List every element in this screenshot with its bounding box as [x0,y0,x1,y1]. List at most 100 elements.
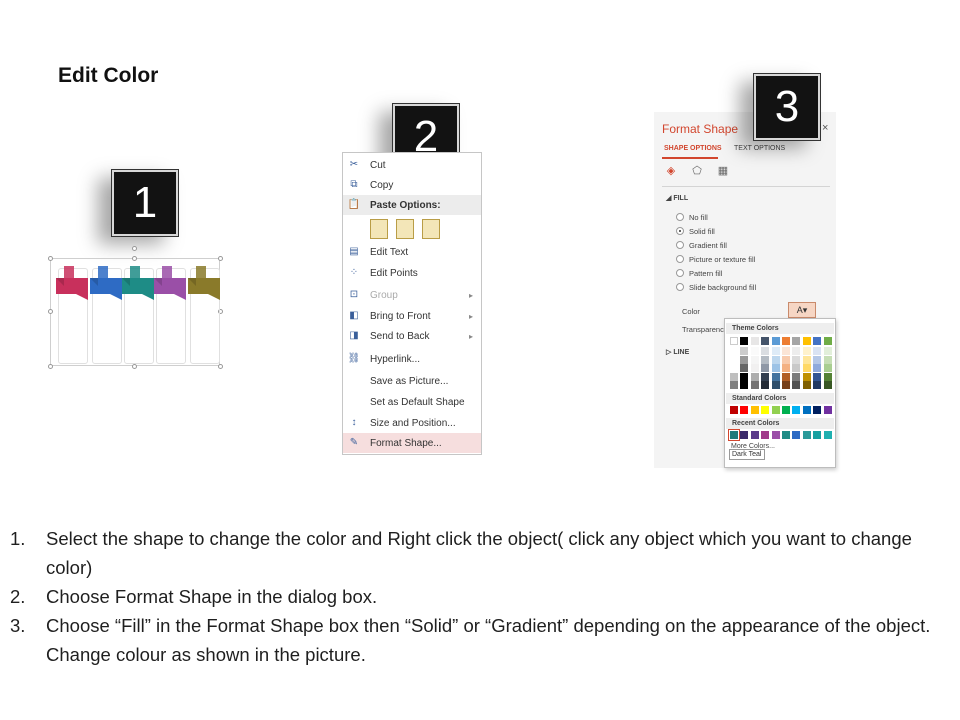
color-swatch[interactable] [750,406,759,414]
resize-handle[interactable] [218,364,223,369]
color-swatch[interactable] [740,355,749,364]
ribbon-flag-shape[interactable] [186,266,222,306]
color-swatch[interactable] [750,347,759,355]
color-swatch[interactable] [730,355,738,364]
color-swatch[interactable] [771,364,780,372]
ribbon-flag-shape[interactable] [88,266,124,306]
color-swatch[interactable] [750,431,759,439]
color-swatch[interactable] [728,429,740,441]
menu-item-format-shape[interactable]: ✎ Format Shape... [343,433,481,453]
color-swatch[interactable] [802,364,811,372]
color-swatch[interactable] [792,381,801,389]
color-swatch[interactable] [771,406,780,414]
color-swatch[interactable] [792,355,801,364]
color-swatch[interactable] [823,372,832,381]
menu-item-cut[interactable]: ✂ Cut [343,155,481,175]
radio-button[interactable] [676,255,684,263]
menu-item-save-as-picture[interactable]: Save as Picture... [343,371,481,391]
radio-button[interactable] [676,269,684,277]
paste-picture-button[interactable] [422,219,440,239]
color-swatch[interactable] [771,347,780,355]
color-swatch[interactable] [761,355,770,364]
ribbon-flag-shape[interactable] [54,266,90,306]
color-swatch[interactable] [771,431,780,439]
ribbon-flag-shape[interactable] [152,266,188,306]
color-swatch[interactable] [802,337,811,345]
fill-option-picture-or-texture-fill[interactable]: Picture or texture fill [676,253,755,265]
color-swatch[interactable] [792,337,801,345]
close-icon[interactable]: × [822,122,828,134]
color-swatch[interactable] [740,406,749,414]
resize-handle[interactable] [48,256,53,261]
radio-button[interactable] [676,241,684,249]
color-swatch[interactable] [750,355,759,364]
color-swatch[interactable] [782,372,790,381]
paste-keep-source-button[interactable] [370,219,388,239]
color-swatch[interactable] [813,381,822,389]
fill-section-header[interactable]: ◢ FILL [666,194,688,202]
fill-option-gradient-fill[interactable]: Gradient fill [676,239,727,251]
color-swatch[interactable] [823,364,832,372]
resize-handle[interactable] [218,256,223,261]
color-swatch[interactable] [761,431,770,439]
color-swatch[interactable] [823,431,832,439]
paste-merge-button[interactable] [396,219,414,239]
color-swatch[interactable] [730,381,738,389]
resize-handle[interactable] [132,246,137,251]
menu-item-edit-points[interactable]: ⁘ Edit Points [343,263,481,283]
color-swatch[interactable] [740,381,749,389]
size-properties-icon[interactable]: ▦ [716,164,730,178]
color-swatch[interactable] [813,364,822,372]
menu-item-set-as-default-shape[interactable]: Set as Default Shape [343,392,481,412]
color-swatch[interactable] [782,364,790,372]
color-swatch[interactable] [750,381,759,389]
color-swatch[interactable] [740,364,749,372]
color-swatch[interactable] [802,372,811,381]
color-swatch[interactable] [802,406,811,414]
color-swatch[interactable] [782,406,790,414]
color-swatch[interactable] [750,372,759,381]
color-swatch[interactable] [740,347,749,355]
color-swatch[interactable] [761,372,770,381]
color-swatch[interactable] [802,347,811,355]
color-swatch[interactable] [813,372,822,381]
menu-item-size-and-position[interactable]: ↕ Size and Position... [343,413,481,433]
color-swatch[interactable] [813,431,822,439]
color-swatch[interactable] [792,406,801,414]
fill-line-icon[interactable]: ◈ [664,164,678,178]
color-swatch[interactable] [750,337,759,345]
color-swatch[interactable] [761,364,770,372]
color-swatch[interactable] [771,337,780,345]
color-swatch[interactable] [782,355,790,364]
color-swatch[interactable] [771,381,780,389]
fill-option-slide-background-fill[interactable]: Slide background fill [676,281,756,293]
menu-item-bring-to-front[interactable]: ◧ Bring to Front ▸ [343,306,481,326]
fill-option-no-fill[interactable]: No fill [676,211,708,223]
color-swatch[interactable] [823,406,832,414]
menu-item-send-to-back[interactable]: ◨ Send to Back ▸ [343,326,481,346]
color-swatch[interactable] [761,406,770,414]
color-swatch[interactable] [730,337,738,345]
resize-handle[interactable] [132,364,137,369]
color-swatch[interactable] [750,364,759,372]
radio-button[interactable] [676,227,684,235]
color-swatch[interactable] [823,337,832,345]
color-swatch[interactable] [730,406,738,414]
ribbon-flag-shape[interactable] [120,266,156,306]
color-swatch[interactable] [792,347,801,355]
color-swatch[interactable] [730,372,738,381]
color-swatch[interactable] [802,355,811,364]
color-swatch[interactable] [782,381,790,389]
color-swatch[interactable] [740,337,749,345]
color-swatch[interactable] [782,431,790,439]
color-swatch[interactable] [730,364,738,372]
radio-button[interactable] [676,283,684,291]
color-swatch[interactable] [792,364,801,372]
tab-shape-options[interactable]: SHAPE OPTIONS [664,145,722,152]
menu-item-copy[interactable]: ⧉ Copy [343,175,481,195]
color-swatch[interactable] [823,381,832,389]
color-swatch[interactable] [782,347,790,355]
color-swatch[interactable] [823,347,832,355]
color-swatch[interactable] [740,431,749,439]
color-swatch[interactable] [813,406,822,414]
